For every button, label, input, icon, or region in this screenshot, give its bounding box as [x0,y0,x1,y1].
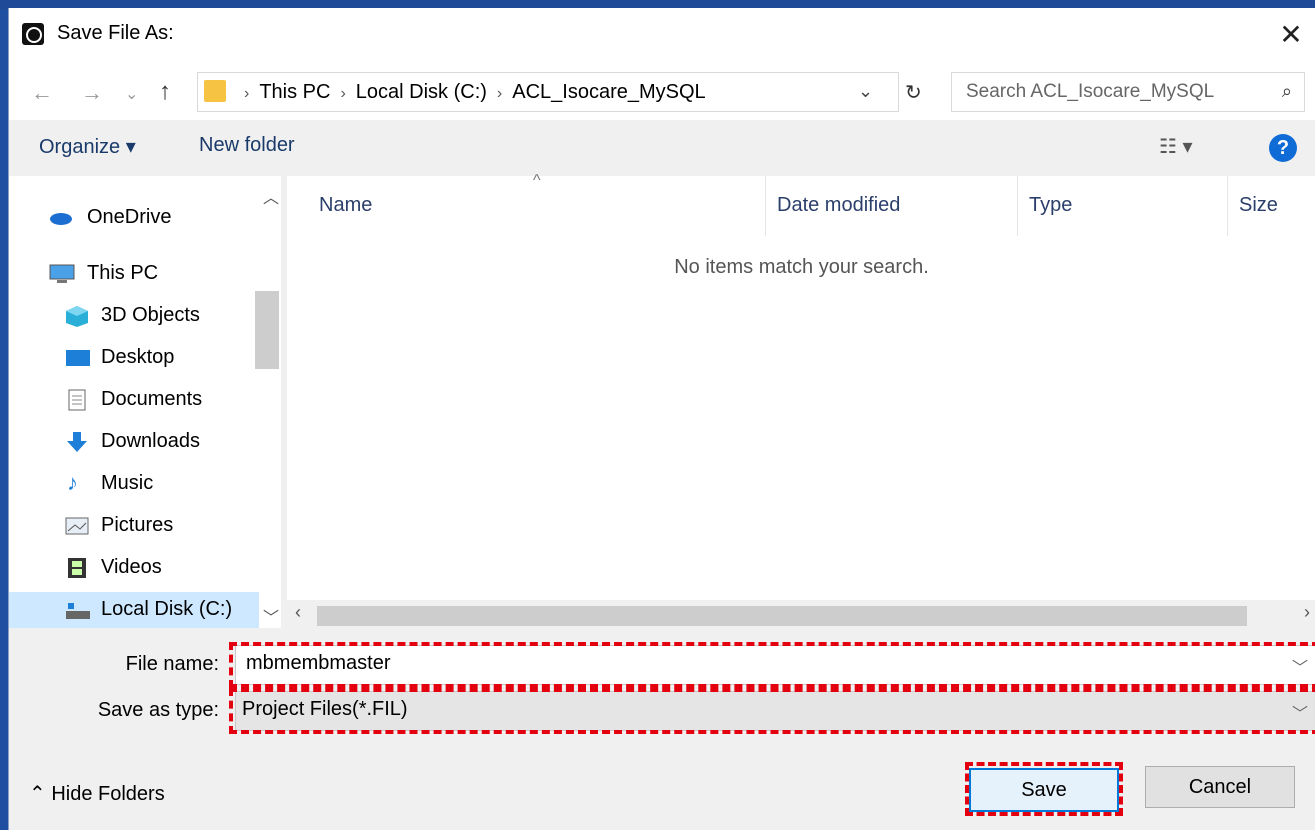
chevron-up-icon[interactable]: ︿ [263,184,279,208]
sidebar-item-videos[interactable]: Videos [9,550,259,586]
recent-locations-icon[interactable]: ⌄ [125,84,138,104]
command-bar: Organize ▾ New folder ☷ ▾ ? [9,120,1315,176]
search-input[interactable]: Search ACL_Isocare_MySQL ⌕ [951,72,1305,112]
sidebar-item-onedrive[interactable]: OneDrive [9,200,259,236]
sidebar-item-label: Music [101,472,154,494]
desktop-icon [65,347,90,367]
cloud-icon [49,207,73,227]
cube-icon [65,305,89,327]
horizontal-scrollbar-thumb[interactable] [317,606,1247,626]
address-bar[interactable]: › This PC › Local Disk (C:) › ACL_Isocare_MyS… [197,72,899,112]
column-header-date-modified[interactable]: Date modified [777,194,900,217]
view-options-icon[interactable]: ☷ ▾ [1159,134,1193,159]
sidebar-item-label: Videos [101,556,162,578]
film-icon [67,557,91,578]
chevron-up-icon: ⌃ [29,783,52,805]
help-icon[interactable]: ? [1269,134,1297,162]
save-as-type-label: Save as type: [97,699,219,721]
sidebar-item-label: OneDrive [87,206,172,228]
search-placeholder: Search ACL_Isocare_MySQL [966,81,1215,102]
window-title: Save File As: [57,22,174,44]
breadcrumb-separator: › [496,85,503,102]
file-list-pane: ^ Name Date modified Type Size No items … [287,172,1315,628]
computer-icon [49,263,75,283]
highlight-save-type [229,688,1315,734]
sidebar-scrollbar-thumb[interactable] [255,291,279,369]
folder-icon [204,80,226,102]
chevron-down-icon[interactable]: ﹀ [263,604,279,628]
breadcrumb-this-pc[interactable]: This PC [259,81,330,103]
highlight-save-button [965,762,1123,816]
sidebar-item-documents[interactable]: Documents [9,382,259,418]
chevron-left-icon[interactable]: ‹ [295,602,301,623]
sidebar-item-pictures[interactable]: Pictures [9,508,259,544]
save-file-dialog: Save File As: ✕ ← → ⌄ ↑ › This PC › Local D… [8,8,1315,830]
sidebar-item-downloads[interactable]: Downloads [9,424,259,460]
download-icon [65,431,89,452]
hide-folders-label: Hide Folders [51,783,165,805]
close-icon[interactable]: ✕ [1276,18,1306,51]
column-header-name[interactable]: Name [319,194,372,217]
sidebar-item-this-pc[interactable]: This PC [9,256,259,292]
back-icon[interactable]: ← [31,80,53,106]
forward-icon[interactable]: → [81,80,103,106]
sidebar-item-label: Documents [101,388,203,410]
drive-icon [65,599,90,619]
hide-folders-button[interactable]: ⌃ Hide Folders [29,781,165,806]
sidebar-item-desktop[interactable]: Desktop [9,340,259,376]
app-icon [22,23,44,45]
sidebar-scrollbar[interactable] [259,176,279,628]
title-bar: Save File As: ✕ [9,8,1315,60]
empty-message: No items match your search. [674,256,929,278]
picture-icon [65,515,89,535]
sidebar-item-label: This PC [87,262,159,284]
sidebar-item-3d-objects[interactable]: 3D Objects [9,298,259,334]
file-name-label: File name: [125,653,219,675]
sidebar-item-label: 3D Objects [101,304,200,326]
up-arrow-icon[interactable]: ↑ [159,78,171,106]
navigation-bar: ← → ⌄ ↑ › This PC › Local Disk (C:) › ACL_Iso… [9,60,1315,120]
breadcrumb-separator: › [244,85,250,102]
column-header-size[interactable]: Size [1239,194,1278,217]
breadcrumb: › This PC › Local Disk (C:) › ACL_Isocare_MyS… [234,81,706,104]
breadcrumb-local-disk[interactable]: Local Disk (C:) [356,81,487,103]
search-icon[interactable]: ⌕ [1282,81,1292,102]
music-icon: ♪ [67,470,78,495]
column-separator[interactable] [1017,176,1018,236]
horizontal-scrollbar[interactable]: ‹ › [287,600,1315,628]
navigation-pane: OneDrive This PC 3D Objects Desktop Docu… [9,176,281,628]
column-header-type[interactable]: Type [1029,194,1072,217]
highlight-file-name [229,642,1315,688]
sidebar-item-label: Pictures [101,514,174,536]
sidebar-item-label: Local Disk (C:) [101,598,233,620]
sidebar-item-label: Desktop [101,346,175,368]
cancel-button[interactable]: Cancel [1145,766,1295,808]
sidebar-item-music[interactable]: ♪ Music [9,466,259,502]
organize-button[interactable]: Organize ▾ [39,134,136,159]
refresh-icon[interactable]: ↻ [905,80,922,105]
sort-caret-icon: ^ [533,172,541,189]
breadcrumb-current-folder[interactable]: ACL_Isocare_MySQL [512,81,705,103]
column-separator[interactable] [765,176,766,236]
chevron-down-icon[interactable]: ⌄ [858,81,873,102]
document-icon [67,389,91,411]
sidebar-item-label: Downloads [101,430,200,452]
new-folder-button[interactable]: New folder [199,134,295,157]
sidebar-item-local-disk[interactable]: Local Disk (C:) [9,592,259,628]
breadcrumb-separator: › [340,85,346,102]
column-separator[interactable] [1227,176,1228,236]
chevron-right-icon[interactable]: › [1304,602,1310,623]
